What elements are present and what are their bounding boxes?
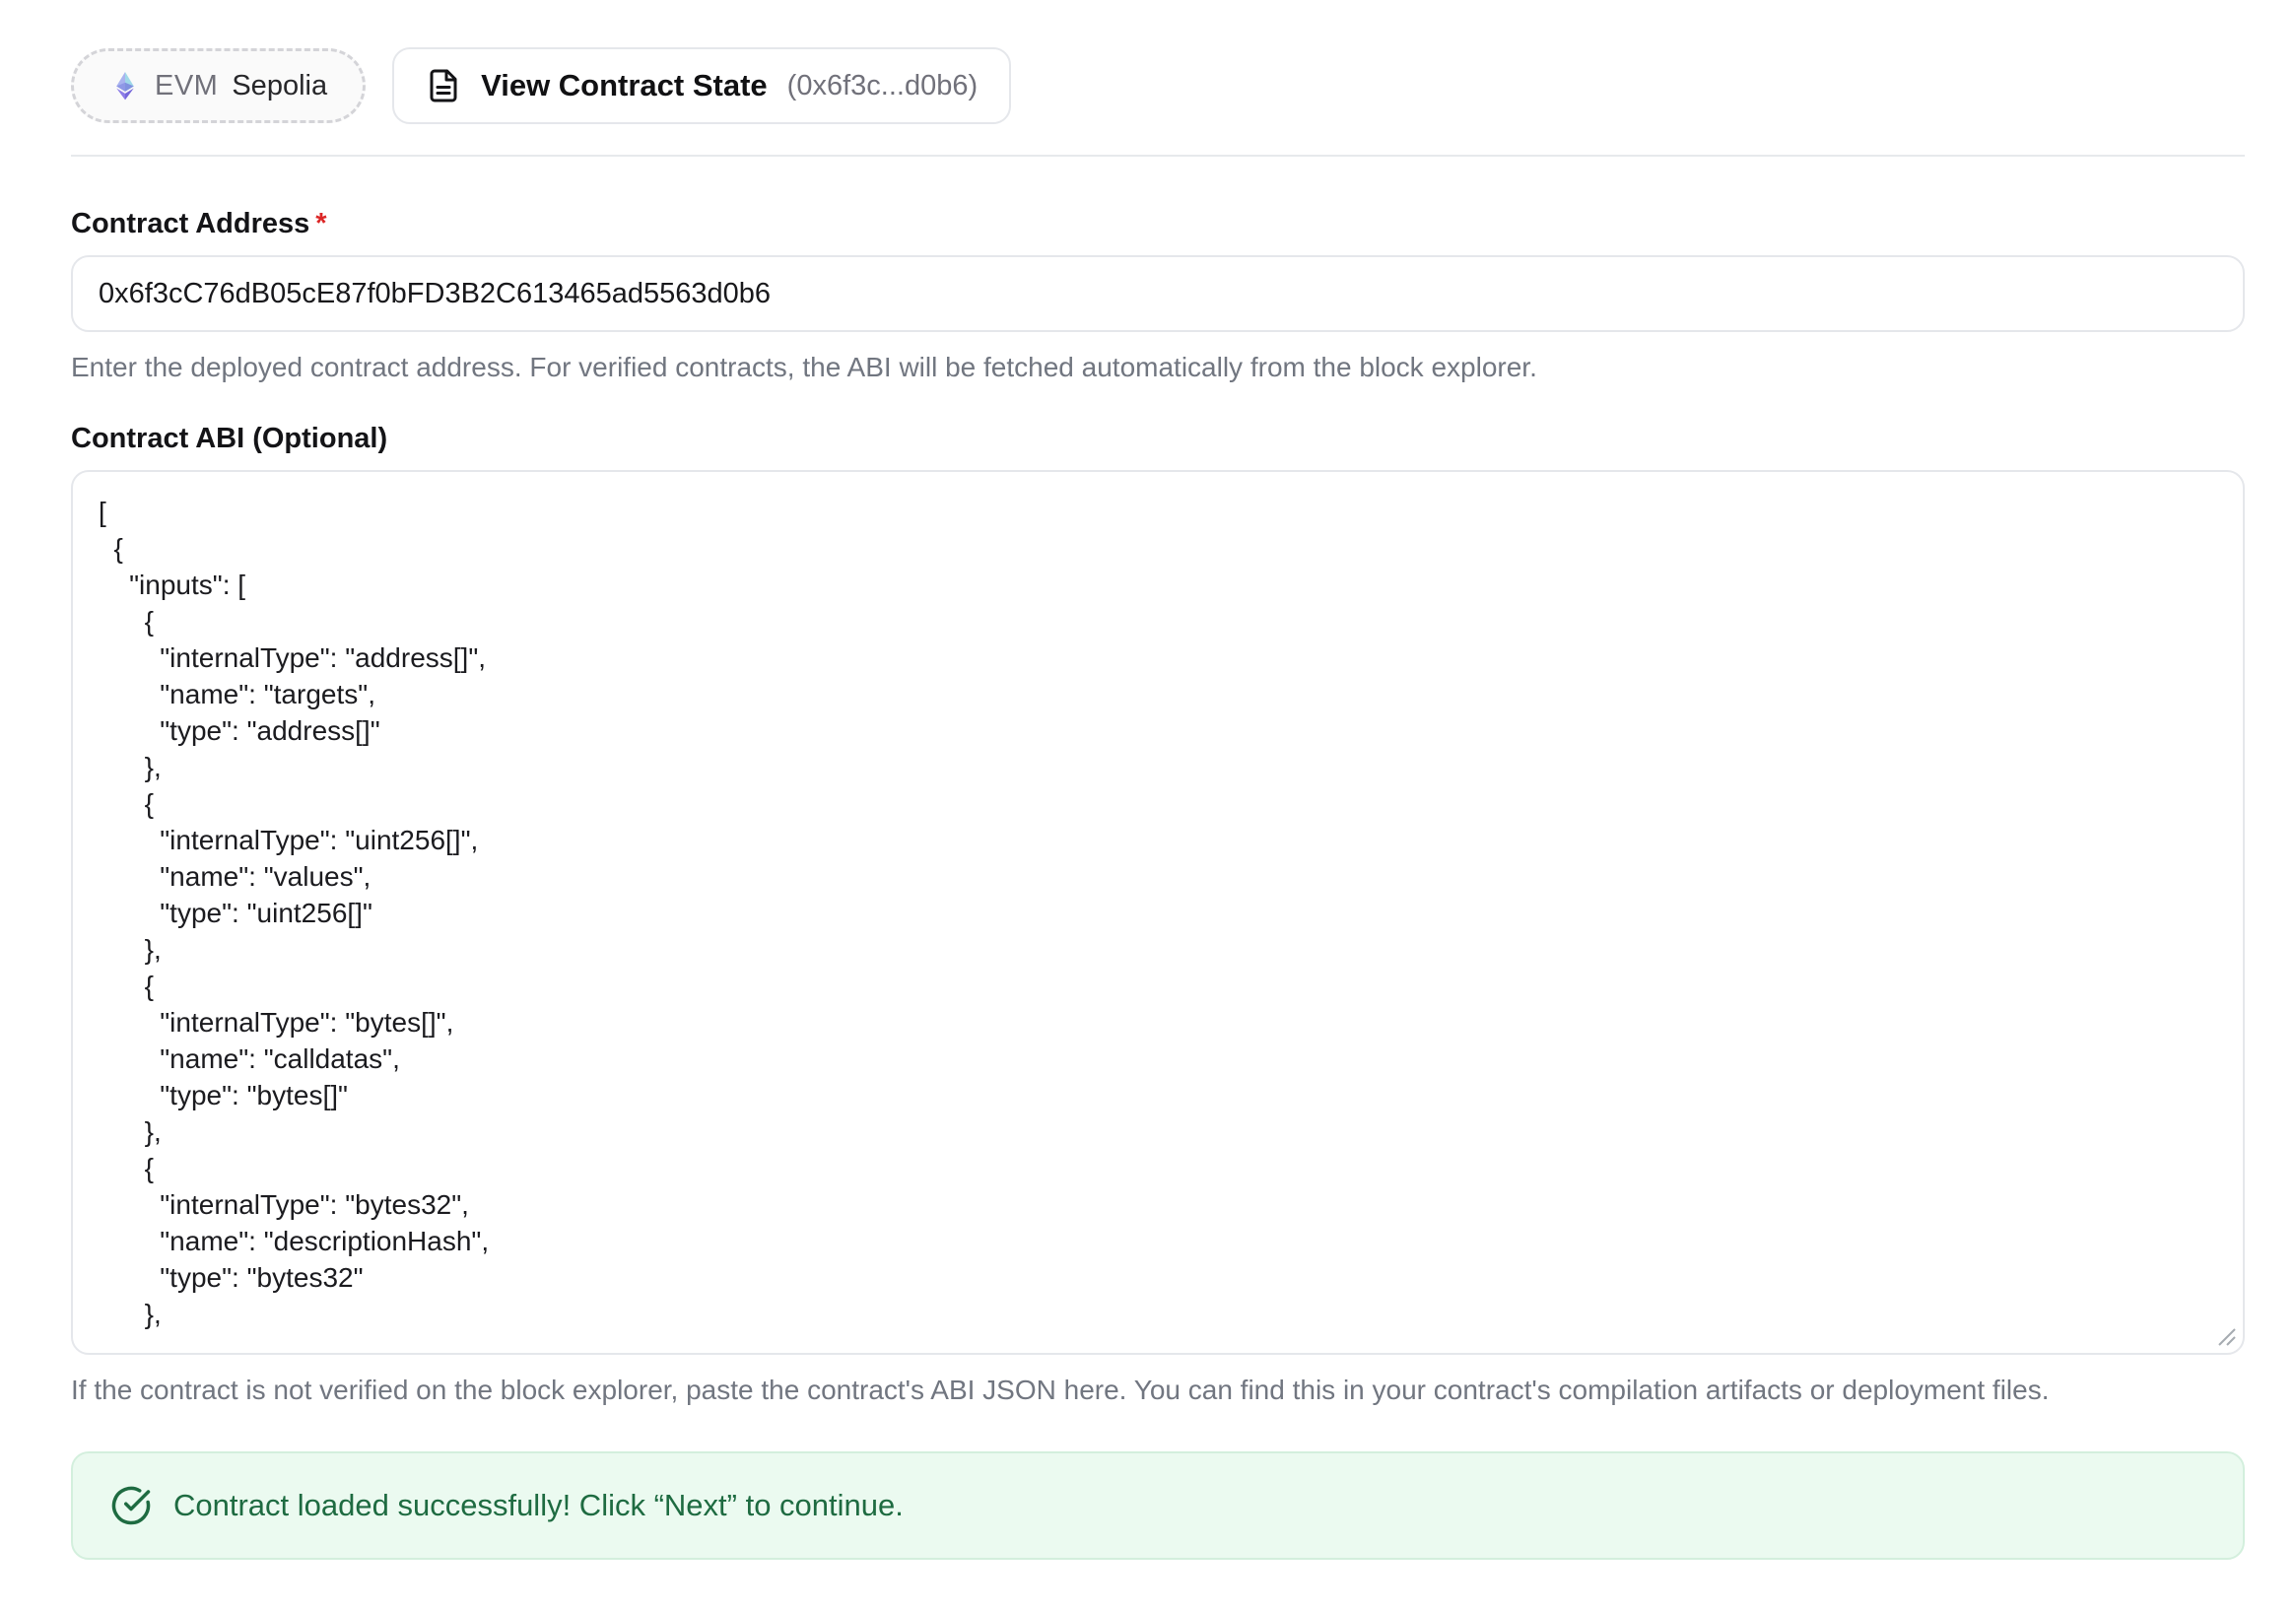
contract-address-label-text: Contract Address: [71, 208, 309, 239]
required-asterisk: *: [315, 208, 326, 239]
chain-type-label: EVM: [155, 70, 218, 102]
check-circle-icon: [110, 1485, 152, 1526]
contract-address-label: Contract Address*: [71, 206, 2245, 241]
network-selector-pill[interactable]: EVM Sepolia: [71, 48, 366, 123]
success-message: Contract loaded successfully! Click “Nex…: [173, 1488, 904, 1523]
textarea-resize-handle[interactable]: [2214, 1324, 2238, 1348]
contract-abi-helper: If the contract is not verified on the b…: [71, 1373, 2245, 1408]
network-name: Sepolia: [232, 70, 327, 102]
contract-address-short: (0x6f3c...d0b6): [787, 70, 978, 102]
contract-form-page: EVM Sepolia View Contract State (0x6f3c.…: [0, 0, 2296, 1560]
document-icon: [426, 68, 461, 103]
contract-abi-label: Contract ABI (Optional): [71, 421, 2245, 456]
header-badge-row: EVM Sepolia View Contract State (0x6f3c.…: [71, 47, 2245, 124]
header-divider: [71, 155, 2245, 157]
ethereum-icon: [109, 70, 141, 101]
contract-address-helper: Enter the deployed contract address. For…: [71, 350, 2245, 385]
contract-abi-textarea[interactable]: [ { "inputs": [ { "internalType": "addre…: [71, 470, 2245, 1355]
success-banner: Contract loaded successfully! Click “Nex…: [71, 1451, 2245, 1560]
action-title: View Contract State: [481, 68, 768, 103]
contract-address-input[interactable]: [71, 255, 2245, 332]
contract-abi-textarea-wrap: [ { "inputs": [ { "internalType": "addre…: [71, 470, 2245, 1355]
view-contract-state-chip[interactable]: View Contract State (0x6f3c...d0b6): [392, 47, 1011, 124]
